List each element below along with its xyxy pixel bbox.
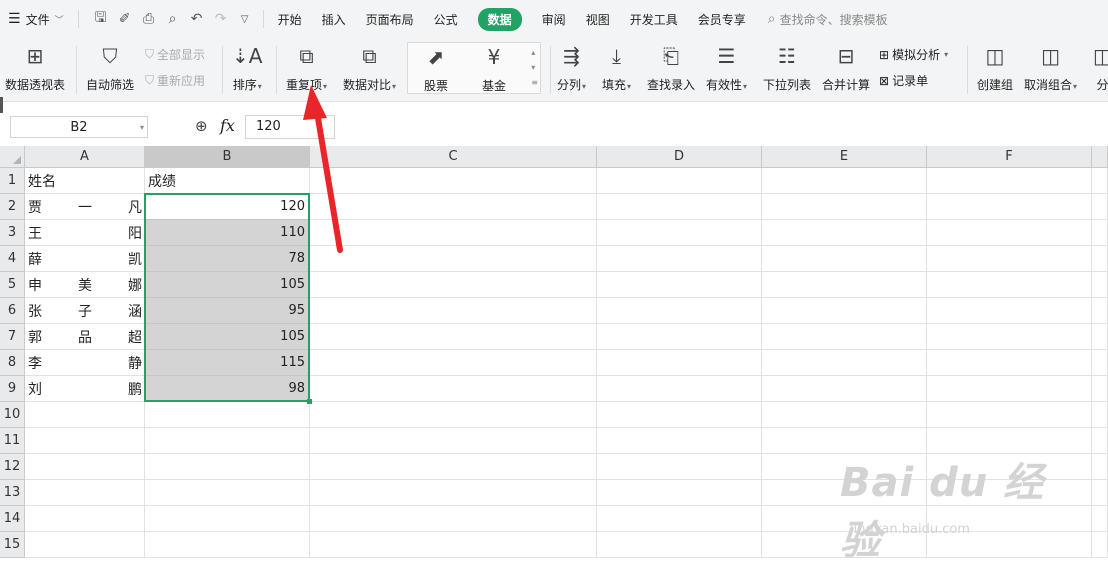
arrow-head: [303, 85, 327, 120]
annotation-arrow: [303, 85, 343, 253]
arrow-shaft: [314, 109, 343, 253]
